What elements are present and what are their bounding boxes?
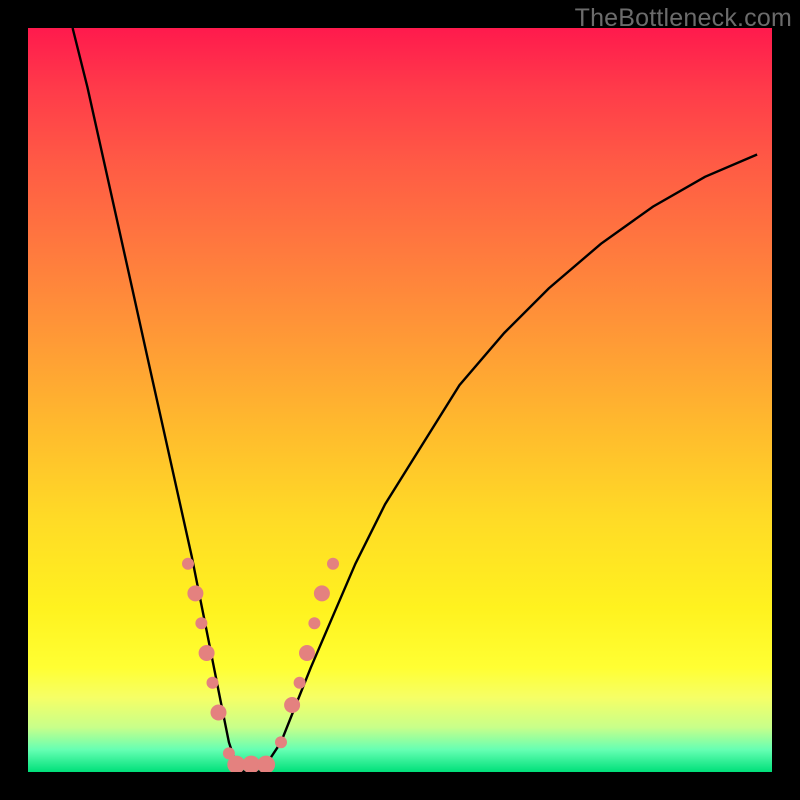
curve-marker (314, 585, 330, 601)
chart-frame: TheBottleneck.com (0, 0, 800, 800)
chart-plot-area (28, 28, 772, 772)
curve-marker (294, 677, 306, 689)
curve-marker (308, 617, 320, 629)
curve-marker (284, 697, 300, 713)
curve-marker (187, 585, 203, 601)
watermark-text: TheBottleneck.com (575, 4, 792, 33)
curve-marker (182, 558, 194, 570)
curve-marker (275, 736, 287, 748)
curve-marker (207, 677, 219, 689)
curve-marker (199, 645, 215, 661)
chart-overlay (28, 28, 772, 772)
curve-markers (182, 558, 339, 772)
curve-marker (327, 558, 339, 570)
bottleneck-curve (73, 28, 758, 772)
curve-marker (257, 756, 275, 772)
curve-marker (211, 705, 227, 721)
curve-marker (299, 645, 315, 661)
curve-marker (195, 617, 207, 629)
